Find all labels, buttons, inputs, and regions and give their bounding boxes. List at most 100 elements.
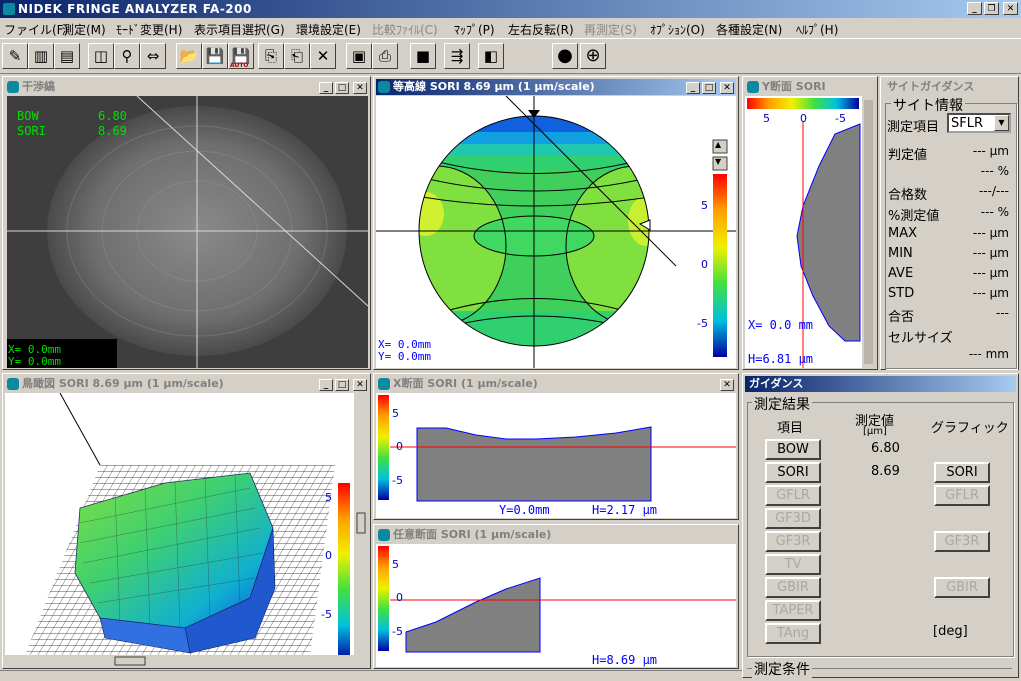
item-button-gf3r[interactable]: GF3R <box>765 531 821 552</box>
frame-icon[interactable]: ◧ <box>478 43 504 69</box>
copy-icon[interactable]: ⎘ <box>258 43 284 69</box>
item-button-gbir[interactable]: GBIR <box>765 577 821 598</box>
site-row-value: --- μm <box>972 266 1009 280</box>
item-button-gf3d[interactable]: GF3D <box>765 508 821 529</box>
graphic-button-gf3r[interactable]: GF3R <box>934 531 990 552</box>
contour-tick-minus5: -5 <box>697 317 708 330</box>
contour-map[interactable] <box>376 96 736 368</box>
circle-icon[interactable]: ● <box>552 43 578 69</box>
open-folder-icon[interactable]: 📂 <box>176 43 202 69</box>
menu-item-8[interactable]: 再測定(S) <box>584 21 637 38</box>
site-guidance-window: サイトガイダンス サイト情報 測定項目 SFLR ▼ 判定値 --- μm --- … <box>880 76 1019 370</box>
any-section-h-readout: H=8.69 μm <box>592 653 658 667</box>
birdseye-tick-0: 0 <box>325 549 332 562</box>
item-value-bow: 6.80 <box>871 441 900 456</box>
graphic-button-sori[interactable]: SORI <box>934 462 990 483</box>
item-value-sori: 8.69 <box>871 464 900 479</box>
guidance-window: ガイダンス 測定結果 項目 測定値 [μm] グラフィック BOW 6.80 SOR… <box>742 373 1019 679</box>
column-unit-header: [μm] <box>863 426 887 437</box>
menu-item-5[interactable]: 比較ﾌｧｲﾙ(C) <box>372 21 438 38</box>
item-button-sori[interactable]: SORI <box>765 462 821 483</box>
restore-button[interactable]: ❐ <box>984 2 999 15</box>
site-row-label: %測定値 <box>888 209 940 224</box>
chevron-down-icon[interactable]: ▼ <box>994 115 1009 131</box>
menu-item-4[interactable]: 環境設定(E) <box>296 21 361 38</box>
x-section-title: X断面 SORI (1 μm/scale) <box>393 377 538 390</box>
view-icon[interactable]: ◫ <box>88 43 114 69</box>
contour-scale-up-button[interactable]: ▲ <box>715 140 721 149</box>
menu-item-6[interactable]: ﾏｯﾌﾟ(P) <box>454 21 495 38</box>
item-button-tv[interactable]: TV <box>765 554 821 575</box>
menu-item-0[interactable]: ファイル(F) <box>4 21 68 38</box>
site-row-label: 判定値 <box>888 148 928 163</box>
contour-y-readout: Y= 0.0mm <box>378 350 431 363</box>
site-row-label: 合否 <box>888 310 915 325</box>
interferogram-close-button[interactable]: ✕ <box>353 82 367 94</box>
menu-item-10[interactable]: 各種設定(N) <box>716 21 782 38</box>
any-section-plot[interactable] <box>376 544 736 667</box>
print-icon[interactable]: ⎙ <box>372 43 398 69</box>
graphic-button-gbir[interactable]: GBIR <box>934 577 990 598</box>
x-section-window: X断面 SORI (1 μm/scale) ✕ 5 0 -5 Y=0.0mm H… <box>373 373 739 520</box>
zoom-icon[interactable]: ⚲ <box>114 43 140 69</box>
x-section-tick-minus5: -5 <box>392 474 403 487</box>
minimize-button[interactable]: _ <box>967 2 982 15</box>
contour-close-button[interactable]: ✕ <box>720 82 734 94</box>
measure-item-value: SFLR <box>951 116 984 131</box>
menu-item-2[interactable]: ﾓｰﾄﾞ変更(H) <box>116 21 182 38</box>
birdseye-maximize-button[interactable]: □ <box>335 379 349 391</box>
menu-item-11[interactable]: ﾍﾙﾌﾟ(H) <box>796 21 838 38</box>
site-row-value: --- mm <box>968 347 1009 361</box>
mode-icon[interactable]: ▥ <box>28 43 54 69</box>
y-section-h-readout: H=6.81 μm <box>748 352 814 366</box>
calc-icon[interactable]: ⇶ <box>444 43 470 69</box>
bow-label: BOW <box>17 109 39 123</box>
stop-icon[interactable]: ■ <box>410 43 436 69</box>
x-section-plot[interactable] <box>376 393 736 518</box>
sori-label: SORI <box>17 124 46 138</box>
crosshair-circle-icon[interactable]: ⊕ <box>580 43 606 69</box>
print-preview-icon[interactable]: ▣ <box>346 43 372 69</box>
contour-window: 等高線 SORI 8.69 μm (1 μm/scale) _ □ ✕ ▲ ▼ … <box>373 76 739 370</box>
item-button-taper[interactable]: TAPER <box>765 600 821 621</box>
close-button[interactable]: ✕ <box>1003 2 1018 15</box>
site-row-value: --- % <box>980 205 1009 219</box>
interferogram-minimize-button[interactable]: _ <box>319 82 333 94</box>
birdseye-title-bar: 鳥瞰図 SORI 8.69 μm (1 μm/scale) _ □ ✕ <box>5 376 368 392</box>
save-icon[interactable]: 💾 <box>202 43 228 69</box>
guidance-title: ガイダンス <box>749 377 804 390</box>
y-section-window: Y断面 SORI 5 0 -5 X= 0.0 mm H=6.81 μm <box>742 76 878 370</box>
interferogram-window: 干渉縞 _ □ ✕ BOW 6.80 SORI 8.69 X= 0.0mm Y=… <box>2 76 371 370</box>
y-section-tick-5: 5 <box>763 112 770 125</box>
measure-icon[interactable]: ✎ <box>2 43 28 69</box>
site-row-value: --- % <box>980 164 1009 178</box>
interferogram-image[interactable] <box>7 96 368 368</box>
menu-item-7[interactable]: 左右反転(R) <box>508 21 574 38</box>
delete-icon[interactable]: ✕ <box>310 43 336 69</box>
display-icon[interactable]: ▤ <box>54 43 80 69</box>
x-section-y-readout: Y=0.0mm <box>499 503 550 517</box>
graphic-button-gflr[interactable]: GFLR <box>934 485 990 506</box>
birdseye-close-button[interactable]: ✕ <box>353 379 367 391</box>
item-button-bow[interactable]: BOW <box>765 439 821 460</box>
menu-item-1[interactable]: 測定(M) <box>62 21 106 38</box>
menu-item-9[interactable]: ｵﾌﾟｼｮﾝ(O) <box>650 21 705 38</box>
contour-minimize-button[interactable]: _ <box>686 82 700 94</box>
menu-item-3[interactable]: 表示項目選択(G) <box>194 21 285 38</box>
birdseye-minimize-button[interactable]: _ <box>319 379 333 391</box>
flip-icon[interactable]: ⇔ <box>140 43 166 69</box>
deg-unit-label: [deg] <box>933 624 968 639</box>
contour-scale-down-button[interactable]: ▼ <box>715 157 721 166</box>
x-section-title-bar: X断面 SORI (1 μm/scale) ✕ <box>376 376 736 392</box>
site-row-value: --- <box>996 306 1009 320</box>
birdseye-plot[interactable] <box>5 393 368 666</box>
contour-maximize-button[interactable]: □ <box>702 82 716 94</box>
auto-save-icon[interactable]: 💾 AUTO <box>228 43 254 69</box>
item-button-gflr[interactable]: GFLR <box>765 485 821 506</box>
measure-item-select[interactable]: SFLR ▼ <box>947 113 1011 133</box>
paste-icon[interactable]: ⎗ <box>284 43 310 69</box>
interferogram-maximize-button[interactable]: □ <box>335 82 349 94</box>
x-section-close-button[interactable]: ✕ <box>720 379 734 391</box>
item-button-tang[interactable]: TAng <box>765 623 821 644</box>
column-item-header: 項目 <box>777 421 804 436</box>
